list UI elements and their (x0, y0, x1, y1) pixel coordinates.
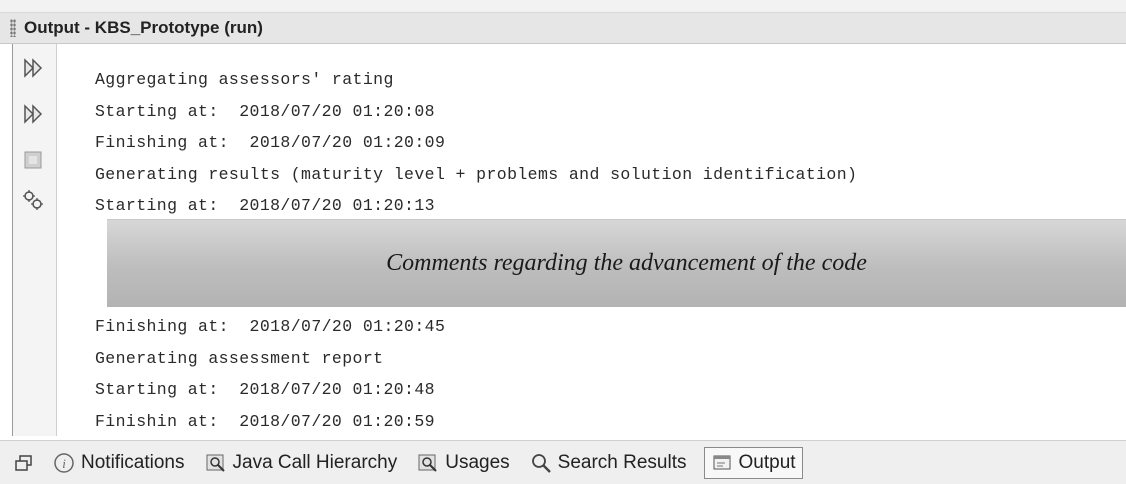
console-output-bottom: Finishing at: 2018/07/20 01:20:45 Genera… (95, 311, 1105, 437)
restore-window-icon[interactable] (14, 453, 34, 473)
tab-label: Search Results (557, 451, 687, 473)
output-window-titlebar[interactable]: Output - KBS_Prototype (run) (0, 13, 1126, 44)
tab-java-call-hierarchy[interactable]: Java Call Hierarchy (202, 447, 401, 479)
output-toolbar (13, 44, 57, 436)
console-line: Starting at: 2018/07/20 01:20:08 (95, 101, 435, 121)
tab-label: Usages (445, 451, 510, 473)
window-title: Output - KBS_Prototype (run) (24, 18, 263, 37)
console-output-top: Aggregating assessors' rating Starting a… (95, 64, 1105, 222)
comment-text: Comments regarding the advancement of th… (386, 250, 867, 276)
console-line: Finishing at: 2018/07/20 01:20:45 (95, 317, 446, 336)
rerun-icon[interactable] (19, 54, 47, 82)
tab-notifications[interactable]: i Notifications (50, 447, 188, 479)
top-editor-strip (0, 0, 1126, 13)
rerun-with-params-icon[interactable] (19, 100, 47, 128)
clipped-editor-text (150, 0, 945, 9)
console-line: Generating assessment report (95, 348, 384, 368)
tab-output[interactable]: Output (703, 446, 803, 479)
output-icon (711, 452, 733, 474)
tab-label: Java Call Hierarchy (232, 451, 398, 473)
comment-box: Comments regarding the advancement of th… (107, 219, 1126, 307)
console-line: Finishing at: 2018/07/20 01:20:09 (95, 133, 446, 152)
bottom-tab-bar: i Notifications Java Call Hierarchy Usag… (0, 440, 1126, 484)
console-line: Aggregating assessors' rating (95, 70, 394, 89)
tab-label: Output (738, 451, 796, 473)
console-line: Starting at: 2018/07/20 01:20:13 (95, 196, 435, 215)
tab-label: Notifications (81, 451, 185, 473)
settings-icon[interactable] (19, 186, 47, 214)
call-hierarchy-icon (205, 452, 227, 474)
console-line: Finishin at: 2018/07/20 01:20:59 (95, 411, 435, 431)
console-line: Starting at: 2018/07/20 01:20:48 (95, 380, 435, 399)
console-line: Generating results (maturity level + pro… (95, 164, 858, 184)
usages-icon (417, 452, 439, 474)
stop-icon[interactable] (19, 146, 47, 174)
drag-grip-icon[interactable] (10, 19, 16, 37)
tab-usages[interactable]: Usages (414, 447, 512, 479)
info-icon: i (53, 452, 75, 474)
search-icon (530, 452, 552, 474)
svg-text:i: i (62, 456, 66, 471)
tab-search-results[interactable]: Search Results (527, 447, 690, 479)
